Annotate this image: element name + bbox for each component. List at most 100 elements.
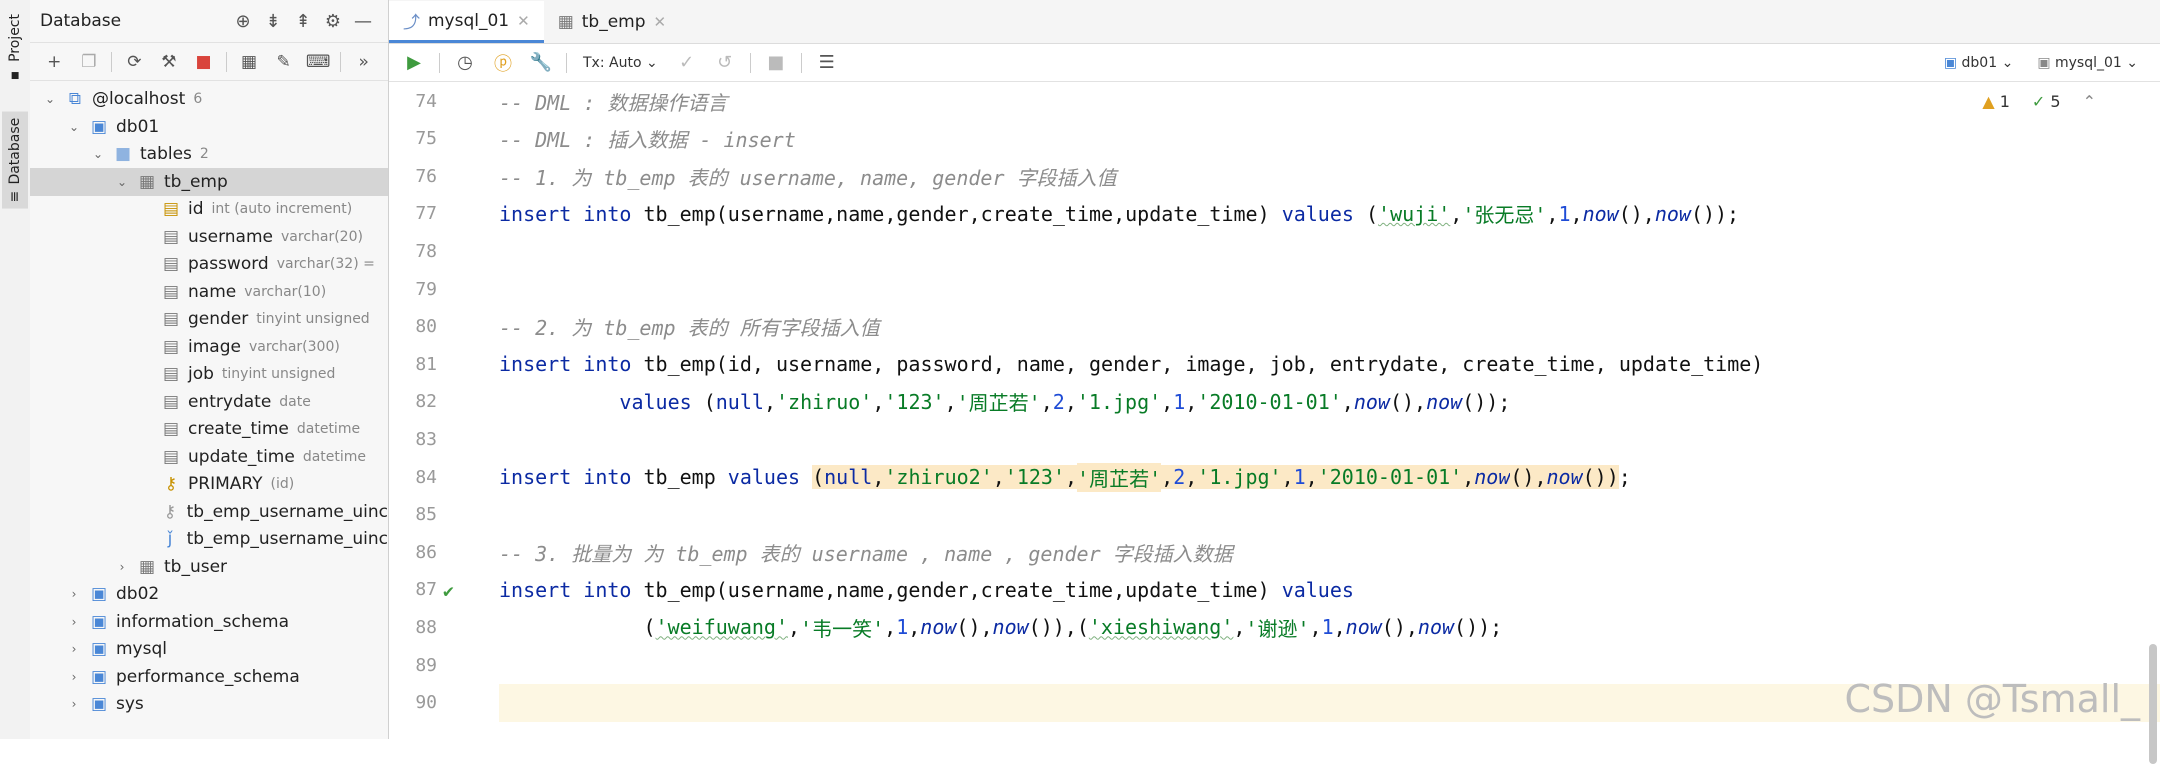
wrench-icon[interactable]: 🔧 bbox=[524, 52, 558, 73]
database-tool-tab[interactable]: ≡ Database bbox=[2, 112, 28, 209]
code-line[interactable] bbox=[499, 270, 2160, 308]
chevron-right-icon[interactable]: › bbox=[114, 560, 130, 574]
tree-item-key-col[interactable]: ▤ id int (auto increment) bbox=[30, 195, 388, 223]
tree-item-col[interactable]: ▤ gender tinyint unsigned bbox=[30, 305, 388, 333]
code-line[interactable]: -- DML : 数据操作语言 bbox=[499, 82, 2160, 120]
stop-icon[interactable]: ■ bbox=[187, 52, 220, 72]
cancel-query-icon[interactable]: ■ bbox=[759, 52, 793, 73]
tree-item-key[interactable]: ⚷ tb_emp_username_uinc bbox=[30, 498, 388, 526]
tree-item-table[interactable]: ⌄ ▦ tb_emp bbox=[30, 167, 388, 196]
tree-item-col[interactable]: ▤ create_time datetime bbox=[30, 415, 388, 443]
code-token: 'wuji' bbox=[1378, 201, 1451, 226]
output-layout-icon[interactable]: ☰ bbox=[810, 52, 844, 73]
line-number: 77 bbox=[389, 195, 489, 233]
tree-item-schema[interactable]: ⌄ ▣ db01 bbox=[30, 113, 388, 141]
tree-item-col[interactable]: ▤ entrydate date bbox=[30, 388, 388, 416]
chevron-down-icon[interactable]: ⌄ bbox=[90, 147, 106, 161]
code-line[interactable] bbox=[499, 232, 2160, 270]
code-line[interactable]: ('weifuwang', '韦一笑', 1, now (), now ()),('xies… bbox=[499, 608, 2160, 646]
minimize-icon[interactable]: — bbox=[348, 11, 378, 32]
scrollbar-thumb[interactable] bbox=[2149, 644, 2157, 764]
tx-mode-select[interactable]: Tx: Auto ⌄ bbox=[583, 55, 658, 71]
code-token: tb_emp(id, username, password, name, gen… bbox=[643, 352, 1764, 377]
close-icon[interactable]: ✕ bbox=[654, 13, 667, 31]
commit-icon[interactable]: ✓ bbox=[670, 52, 704, 73]
tree-item-col[interactable]: ▤ update_time datetime bbox=[30, 443, 388, 471]
datasource-selector[interactable]: ▣ mysql_01 ⌄ bbox=[2037, 55, 2138, 71]
tree-item-table[interactable]: › ▦ tb_user bbox=[30, 553, 388, 581]
properties-icon[interactable]: ⚒ bbox=[153, 52, 186, 72]
warning-indicator[interactable]: ▲ 1 bbox=[1982, 92, 2010, 111]
collapse-all-icon[interactable]: ⇞ bbox=[288, 11, 318, 32]
chevron-down-icon[interactable]: ⌄ bbox=[42, 92, 58, 106]
table-view-icon[interactable]: ▦ bbox=[233, 52, 266, 72]
tree-item-schema[interactable]: › ▣ db02 bbox=[30, 580, 388, 608]
chevron-right-icon[interactable]: › bbox=[66, 615, 82, 629]
tree-item-schema[interactable]: › ▣ mysql bbox=[30, 635, 388, 663]
run-icon[interactable]: ▶ bbox=[397, 52, 431, 73]
tree-item-schema[interactable]: › ▣ sys bbox=[30, 690, 388, 718]
chevron-right-icon[interactable]: › bbox=[66, 670, 82, 684]
code-line[interactable]: -- 3. 批量为 为 tb_emp 表的 username , name , … bbox=[499, 533, 2160, 571]
tree-item-host[interactable]: ⌄ ⧉ @localhost 6 bbox=[30, 85, 388, 113]
ok-indicator[interactable]: ✓ 5 bbox=[2032, 92, 2061, 111]
tab-tb-emp[interactable]: ▦ tb_emp ✕ bbox=[544, 1, 680, 43]
tree-item-col[interactable]: ▤ image varchar(300) bbox=[30, 333, 388, 361]
gear-icon[interactable]: ⚙ bbox=[318, 11, 348, 32]
code-line[interactable]: -- DML : 插入数据 - insert bbox=[499, 120, 2160, 158]
close-icon[interactable]: ✕ bbox=[517, 12, 530, 30]
tree-item-col[interactable]: ▤ password varchar(32) = bbox=[30, 250, 388, 278]
tree-item-col[interactable]: ▤ name varchar(10) bbox=[30, 278, 388, 306]
folder-icon: ▪ bbox=[7, 67, 23, 84]
tree-item-schema[interactable]: › ▣ performance_schema bbox=[30, 663, 388, 691]
code-line[interactable] bbox=[499, 496, 2160, 534]
tree-item-index[interactable]: ǰ tb_emp_username_uinc bbox=[30, 525, 388, 553]
code-token: , bbox=[1333, 615, 1346, 640]
code-token: '周芷若' bbox=[1077, 462, 1162, 492]
tree-item-pk[interactable]: ⚷ PRIMARY (id) bbox=[30, 470, 388, 498]
code-line[interactable]: -- 1. 为 tb_emp 表的 username, name, gender… bbox=[499, 157, 2160, 195]
project-tool-tab[interactable]: ▪ Project bbox=[2, 8, 28, 90]
code-line[interactable]: insert into tb_emp values (null,'zhiruo2… bbox=[499, 458, 2160, 496]
crosshair-icon[interactable]: ⊕ bbox=[228, 11, 258, 32]
chevron-right-icon[interactable]: › bbox=[66, 642, 82, 656]
code-line[interactable]: -- 2. 为 tb_emp 表的 所有字段插入值 bbox=[499, 308, 2160, 346]
tree-item-schema[interactable]: › ▣ information_schema bbox=[30, 608, 388, 636]
expand-all-icon[interactable]: ⇟ bbox=[258, 11, 288, 32]
code-token: null bbox=[715, 389, 764, 414]
add-icon[interactable]: + bbox=[38, 52, 71, 72]
vertical-scrollbar[interactable] bbox=[2144, 164, 2160, 764]
edit-icon[interactable]: ✎ bbox=[267, 52, 300, 72]
rollback-icon[interactable]: ↺ bbox=[708, 52, 742, 73]
code-line[interactable]: insert into tb_emp(username,name,gender,… bbox=[499, 571, 2160, 609]
chevron-down-icon[interactable]: ⌄ bbox=[114, 175, 130, 189]
tree-item-folder[interactable]: ⌄ ■ tables 2 bbox=[30, 140, 388, 168]
tree-item-col[interactable]: ▤ username varchar(20) bbox=[30, 223, 388, 251]
code-token: 'zhiruo' bbox=[775, 389, 873, 414]
console-icon[interactable]: ⌨ bbox=[302, 52, 335, 72]
code-token: , bbox=[788, 615, 801, 640]
chevron-down-icon[interactable]: ⌄ bbox=[66, 120, 82, 134]
inspection-widget[interactable]: ▲ 1 ✓ 5 ⌃ bbox=[1982, 92, 2096, 111]
history-icon[interactable]: ◷ bbox=[448, 52, 482, 73]
code-line[interactable]: insert into tb_emp(id, username, passwor… bbox=[499, 345, 2160, 383]
schema-selector[interactable]: ▣ db01 ⌄ bbox=[1944, 55, 2013, 71]
code-token: insert into bbox=[499, 352, 644, 377]
more-icon[interactable]: » bbox=[347, 52, 380, 72]
code-line[interactable]: values (null,'zhiruo', '123', '周芷若', 2, '1.j… bbox=[499, 383, 2160, 421]
code-line[interactable] bbox=[499, 420, 2160, 458]
executed-check-icon[interactable]: ✔ bbox=[443, 581, 454, 602]
tab-label: tb_emp bbox=[581, 12, 646, 32]
code-line[interactable]: insert into tb_emp(username,name,gender,… bbox=[499, 195, 2160, 233]
refresh-icon[interactable]: ⟳ bbox=[118, 52, 151, 72]
chevron-right-icon[interactable]: › bbox=[66, 697, 82, 711]
code-editor[interactable]: 74 75 76 77 78 79 80 81 82 83 84 85 86 87 ✔ 88 89 90 -- D… bbox=[389, 82, 2160, 764]
tab-mysql-01[interactable]: ⤴ mysql_01 ✕ bbox=[389, 1, 544, 43]
copy-icon[interactable]: ❐ bbox=[73, 52, 106, 72]
schema-icon: ▣ bbox=[90, 694, 108, 714]
explain-plan-icon[interactable]: ⓟ bbox=[486, 50, 520, 76]
tree-item-col[interactable]: ▤ job tinyint unsigned bbox=[30, 360, 388, 388]
code-token: 2 bbox=[1052, 389, 1065, 414]
chevron-up-icon[interactable]: ⌃ bbox=[2083, 92, 2096, 111]
chevron-right-icon[interactable]: › bbox=[66, 587, 82, 601]
